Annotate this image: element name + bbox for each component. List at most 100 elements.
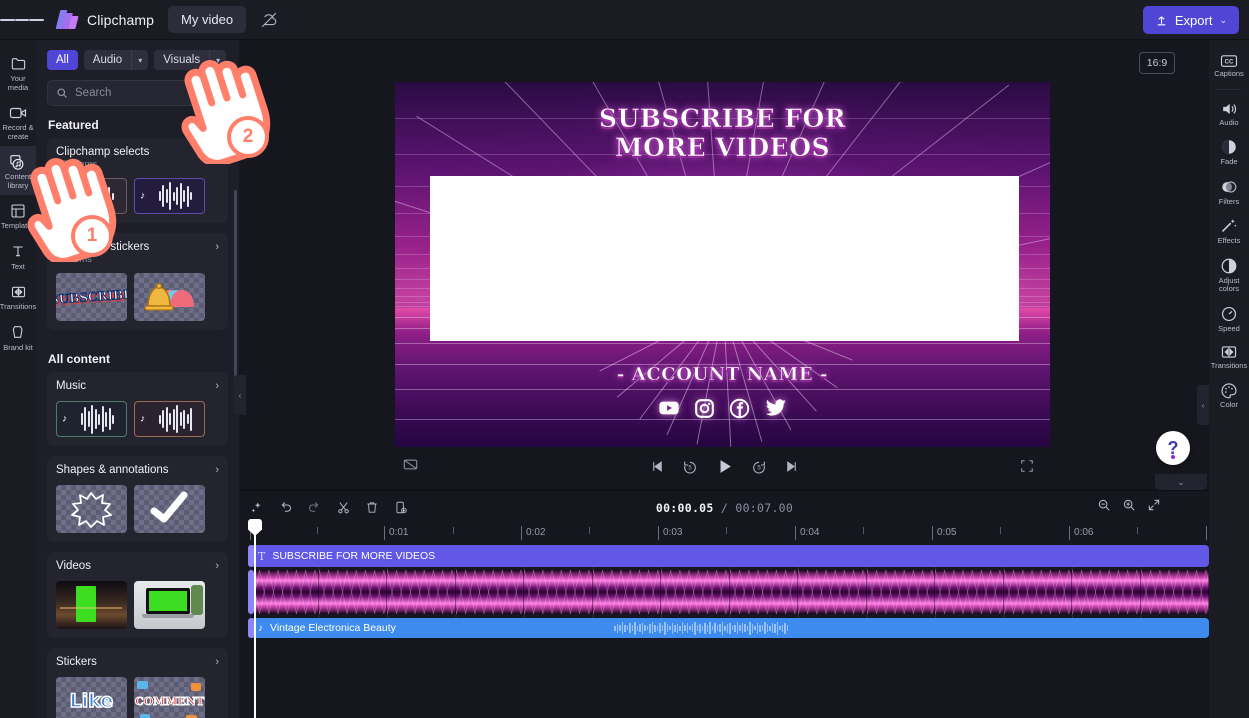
visuals-chevron-down-icon[interactable]: ▾: [209, 50, 227, 70]
preview-placeholder-right[interactable]: [719, 176, 1019, 341]
category-card-stickers[interactable]: Stickers › Like COMMENT: [47, 648, 228, 718]
category-card-shapes-annotations[interactable]: Shapes & annotations ›: [47, 456, 228, 542]
timeline-ruler[interactable]: 0:01 0:02 0:03 0:04 0:05 0:06: [250, 525, 1209, 545]
sidebar-item-templates[interactable]: Templates: [0, 195, 36, 236]
skip-to-start-icon[interactable]: [650, 459, 665, 474]
property-label: Transitions: [1210, 361, 1248, 370]
property-item-color[interactable]: Color: [1209, 376, 1249, 415]
ruler-label: 0:04: [800, 527, 820, 538]
sticker-thumbnail-bell[interactable]: [134, 273, 205, 321]
chevron-right-icon[interactable]: ›: [215, 560, 219, 573]
card-header[interactable]: Shapes & annotations ›: [56, 464, 219, 477]
card-title: Music: [56, 380, 87, 392]
collapse-panel-button[interactable]: ‹: [234, 375, 246, 415]
color-palette-icon: [1221, 382, 1237, 398]
card-header[interactable]: Clipchamp selects 473 items ›: [56, 146, 219, 170]
cloud-off-icon[interactable]: [252, 3, 286, 37]
shape-thumbnail-arrow[interactable]: [134, 485, 205, 533]
sidebar-item-text[interactable]: Text: [0, 236, 36, 277]
brand-kit-icon: [9, 323, 28, 342]
property-item-fade[interactable]: Fade: [1209, 132, 1249, 172]
annotation-badge-1: 1: [71, 215, 113, 257]
chevron-down-icon: ⌄: [1219, 14, 1227, 25]
zoom-in-icon[interactable]: [1122, 498, 1136, 512]
audio-thumbnail[interactable]: [56, 178, 127, 214]
project-title-field[interactable]: My video: [168, 6, 247, 33]
sticker-thumbnail-subscribe[interactable]: SUBSCRIBE: [56, 273, 127, 321]
filter-chip-all[interactable]: All: [47, 50, 78, 70]
timeline-video-clip[interactable]: [250, 570, 1209, 614]
shape-thumbnail-burst[interactable]: [56, 485, 127, 533]
property-item-adjust-colors[interactable]: Adjust colors: [1209, 251, 1249, 299]
search-box[interactable]: [47, 80, 228, 106]
video-thumbnail-laptop[interactable]: [134, 581, 205, 629]
property-item-effects[interactable]: Effects: [1209, 211, 1249, 251]
audio-chevron-down-icon[interactable]: ▾: [131, 50, 149, 70]
aspect-ratio-button[interactable]: 16:9: [1139, 52, 1175, 74]
collapse-properties-button[interactable]: ⌄: [1155, 474, 1207, 490]
property-item-speed[interactable]: Speed: [1209, 299, 1249, 339]
music-thumbnail[interactable]: ♪: [134, 178, 205, 214]
property-item-transitions[interactable]: Transitions: [1209, 338, 1249, 376]
category-card-videos[interactable]: Videos ›: [47, 552, 228, 638]
export-button[interactable]: Export ⌄: [1142, 6, 1239, 34]
collapse-right-rail-button[interactable]: ‹: [1197, 385, 1209, 425]
skip-to-end-icon[interactable]: [784, 459, 799, 474]
chevron-right-icon[interactable]: ›: [215, 146, 219, 159]
video-thumbnail-billboard[interactable]: [56, 581, 127, 629]
hamburger-menu-icon[interactable]: [0, 0, 45, 40]
sidebar-item-content-library[interactable]: Content library: [0, 146, 36, 195]
category-card-music[interactable]: Music › ♪ ♪: [47, 372, 228, 446]
property-item-captions[interactable]: CC Captions: [1209, 48, 1249, 84]
chevron-right-icon[interactable]: ›: [215, 656, 219, 669]
card-header[interactable]: Videos ›: [56, 560, 219, 573]
sidebar-item-your-media[interactable]: Your media: [0, 48, 36, 97]
music-thumbnail[interactable]: ♪: [134, 401, 205, 437]
video-preview[interactable]: SUBSCRIBE FOR MORE VIDEOS - ACCOUNT NAME…: [395, 82, 1050, 447]
export-label: Export: [1174, 12, 1213, 28]
forward-5-seconds-icon[interactable]: 5: [751, 459, 767, 475]
music-thumbnail[interactable]: ♪: [56, 401, 127, 437]
card-item-count: 22 items: [56, 254, 92, 265]
property-item-filters[interactable]: Filters: [1209, 172, 1249, 212]
featured-card-clipchamp-selects[interactable]: Clipchamp selects 473 items › ♪: [47, 138, 228, 223]
sidebar-item-record-create[interactable]: Record & create: [0, 97, 36, 146]
chevron-right-icon[interactable]: ›: [215, 464, 219, 477]
timeline-playhead[interactable]: [248, 519, 262, 718]
play-button[interactable]: [715, 457, 734, 476]
help-button[interactable]: ?: [1156, 431, 1190, 465]
property-item-audio[interactable]: Audio: [1209, 95, 1249, 133]
filter-chip-visuals[interactable]: Visuals: [154, 50, 210, 70]
sidebar-item-brand-kit[interactable]: Brand kit: [0, 317, 36, 358]
timeline-text-clip[interactable]: T SUBSCRIBE FOR MORE VIDEOS: [250, 545, 1209, 567]
search-input[interactable]: [75, 87, 215, 99]
brand-name: Clipchamp: [87, 11, 155, 28]
sticker-thumbnail-like[interactable]: Like: [56, 677, 127, 718]
sticker-thumbnail-comment[interactable]: COMMENT: [134, 677, 205, 718]
rail-divider: [1217, 88, 1241, 90]
preview-placeholder-left[interactable]: [430, 176, 726, 341]
sidebar-item-label: Your media: [7, 74, 29, 92]
property-label: Color: [1220, 399, 1238, 409]
youtube-icon: [659, 401, 679, 415]
card-header[interactable]: Stickers ›: [56, 656, 219, 669]
preview-account-name: - ACCOUNT NAME -: [616, 364, 829, 386]
card-header[interactable]: Music ›: [56, 380, 219, 393]
chevron-right-icon[interactable]: ›: [215, 380, 219, 393]
sidebar-item-transitions[interactable]: Transitions: [0, 276, 36, 317]
fullscreen-icon[interactable]: [1020, 459, 1034, 473]
timeline: 00:00.05 / 00:07.00 0:01 0:02 0:03 0:04 …: [240, 490, 1209, 718]
video-thumb-cell: [455, 570, 524, 614]
preview-title-text: SUBSCRIBE FOR MORE VIDEOS: [395, 104, 1050, 163]
audio-waveform: [614, 618, 1209, 638]
filter-chip-audio[interactable]: Audio: [83, 50, 132, 70]
starburst-icon: [71, 492, 112, 528]
instagram-icon: [695, 398, 714, 418]
zoom-out-icon[interactable]: [1097, 498, 1111, 512]
card-title: Clipchamp selects: [56, 146, 150, 158]
timeline-audio-clip[interactable]: ♪ Vintage Electronica Beauty: [250, 618, 1209, 638]
rewind-5-seconds-icon[interactable]: 5: [682, 459, 698, 475]
chevron-right-icon[interactable]: ›: [215, 241, 219, 254]
svg-text:5: 5: [757, 465, 761, 471]
fit-to-screen-icon[interactable]: [1147, 498, 1161, 512]
